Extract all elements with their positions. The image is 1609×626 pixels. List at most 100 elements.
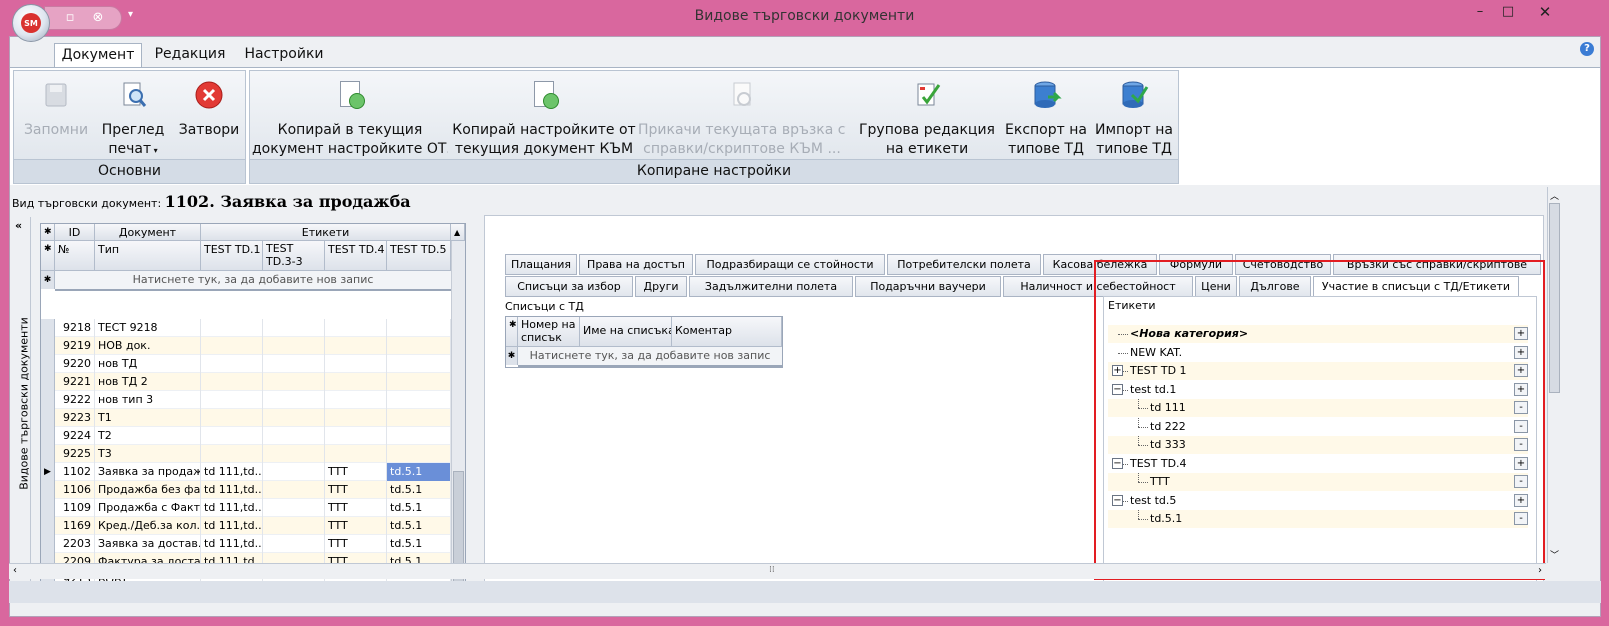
tab-row1-3[interactable]: Потребителски полета (887, 254, 1041, 275)
table-cell[interactable] (387, 373, 451, 391)
chevron-up-icon[interactable]: ▲ (451, 224, 465, 241)
table-row[interactable]: 2203 Заявка за достав... td 111,td... TTT td… (41, 535, 451, 553)
table-cell[interactable]: Т2 (95, 427, 201, 445)
panel-scroll-thumb[interactable] (1549, 203, 1560, 393)
row-selector[interactable] (41, 517, 55, 535)
tab-row2-2[interactable]: Задължителни полета (689, 276, 853, 297)
table-cell[interactable] (387, 337, 451, 355)
table-cell[interactable]: TTT (325, 535, 387, 553)
import-types-button[interactable]: Импорт на типове ТД (1090, 71, 1178, 161)
table-cell[interactable] (325, 391, 387, 409)
table-row[interactable]: 9223 Т1 (41, 409, 451, 427)
close-button[interactable]: Затвори (172, 71, 246, 161)
row-selector[interactable] (41, 337, 55, 355)
table-cell[interactable]: td.5.1 (387, 499, 451, 517)
table-cell[interactable] (201, 427, 263, 445)
table-cell[interactable] (263, 499, 325, 517)
table-cell[interactable]: 1169 (55, 517, 95, 535)
table-cell[interactable] (325, 337, 387, 355)
tab-row2-1[interactable]: Други (635, 276, 687, 297)
group-edit-tags-button[interactable]: Групова редакция на етикети (854, 71, 1000, 161)
table-cell[interactable] (325, 373, 387, 391)
table-cell[interactable]: td.5.1 (387, 517, 451, 535)
horizontal-scrollbar[interactable]: ‹ ⁞⁞ › (9, 563, 1546, 579)
maximize-icon[interactable]: □ (1494, 2, 1522, 24)
table-cell[interactable] (263, 409, 325, 427)
row-selector[interactable] (41, 481, 55, 499)
table-row[interactable]: 9222 нов тип 3 (41, 391, 451, 409)
grid-scroll-thumb[interactable] (453, 471, 464, 599)
table-cell[interactable] (263, 427, 325, 445)
table-cell[interactable] (263, 517, 325, 535)
table-cell[interactable]: td 111,td... (201, 481, 263, 499)
copy-settings-from-button[interactable]: Копирай в текущия документ настройките О… (252, 71, 448, 161)
row-selector[interactable] (41, 355, 55, 373)
chevron-left-icon[interactable]: ‹ (13, 565, 17, 576)
help-icon[interactable]: ? (1580, 42, 1594, 56)
table-cell[interactable]: 9221 (55, 373, 95, 391)
table-cell[interactable] (263, 463, 325, 481)
panel-vertical-scrollbar[interactable]: ︿ ﹀ (1547, 187, 1561, 563)
table-cell[interactable]: 9218 (55, 319, 95, 337)
add-new-record-row[interactable]: Натиснете тук, за да добавите нов запис (55, 271, 451, 291)
row-selector[interactable] (41, 427, 55, 445)
table-row[interactable]: 9219 НОВ док. (41, 337, 451, 355)
table-cell[interactable]: td.5.1 (387, 481, 451, 499)
table-cell[interactable]: TTT (325, 499, 387, 517)
table-cell[interactable]: Кред./Деб.за кол... (95, 517, 201, 535)
close-window-icon[interactable]: ✕ (1522, 2, 1568, 24)
table-cell[interactable] (201, 409, 263, 427)
row-selector[interactable] (41, 535, 55, 553)
column-header-document[interactable]: Документ (95, 224, 201, 241)
tab-edit[interactable]: Редакция (150, 43, 230, 67)
table-cell[interactable]: td 111,td... (201, 517, 263, 535)
table-cell[interactable] (201, 373, 263, 391)
column-header-test-td1[interactable]: TEST TD.1 (201, 241, 263, 271)
tab-row1-1[interactable]: Права на достъп (579, 254, 693, 275)
attach-link-button[interactable]: Прикачи текущата връзка със справки/скри… (638, 71, 846, 161)
table-cell[interactable] (263, 535, 325, 553)
grid-vertical-scrollbar[interactable] (451, 241, 465, 601)
table-cell[interactable] (325, 409, 387, 427)
column-header-list-name[interactable]: Име на списъка (580, 317, 672, 347)
table-cell[interactable]: 9224 (55, 427, 95, 445)
save-button[interactable]: Запомни (16, 71, 96, 161)
table-cell[interactable]: td.5.1 (387, 535, 451, 553)
table-cell[interactable] (263, 445, 325, 463)
table-cell[interactable] (263, 481, 325, 499)
table-row[interactable]: 9221 нов ТД 2 (41, 373, 451, 391)
table-cell[interactable] (387, 391, 451, 409)
table-cell[interactable]: ТЕСТ 9218 (95, 319, 201, 337)
column-header-tags[interactable]: Етикети (201, 224, 451, 241)
table-cell[interactable]: TTT (325, 481, 387, 499)
table-cell[interactable] (263, 391, 325, 409)
table-cell[interactable]: 1106 (55, 481, 95, 499)
lists-add-new-record-row[interactable]: Натиснете тук, за да добавите нов запис (518, 347, 782, 367)
table-cell[interactable] (201, 445, 263, 463)
table-cell[interactable]: Т1 (95, 409, 201, 427)
table-row[interactable]: ▶1102Заявка за продаж...td 111,td... TTTt… (41, 463, 451, 481)
tab-settings[interactable]: Настройки (240, 43, 328, 67)
table-cell[interactable]: нов ТД (95, 355, 201, 373)
minimize-icon[interactable]: – (1466, 2, 1494, 24)
table-cell[interactable] (325, 445, 387, 463)
copy-settings-to-button[interactable]: Копирай настройките от текущия документ … (452, 71, 636, 161)
column-header-comment[interactable]: Коментар (672, 317, 782, 347)
app-menu-button[interactable]: SM (12, 4, 50, 42)
row-selector[interactable] (41, 391, 55, 409)
chevron-right-icon[interactable]: › (1538, 565, 1542, 576)
table-cell[interactable] (201, 355, 263, 373)
tab-document[interactable]: Документ (54, 43, 142, 67)
table-cell[interactable] (201, 337, 263, 355)
column-header-list-number[interactable]: Номер на списък (518, 317, 580, 347)
table-cell[interactable]: TTT (325, 517, 387, 535)
tab-row2-0[interactable]: Списъци за избор (505, 276, 633, 297)
table-cell[interactable]: 9222 (55, 391, 95, 409)
tab-row1-0[interactable]: Плащания (505, 254, 577, 275)
left-dock-label[interactable]: Видове търговски документи (18, 309, 31, 499)
table-cell[interactable] (387, 445, 451, 463)
table-cell[interactable] (387, 319, 451, 337)
table-cell[interactable]: TTT (325, 463, 387, 481)
collapse-icon[interactable]: « (15, 219, 22, 232)
table-cell[interactable]: td 111,td... (201, 535, 263, 553)
